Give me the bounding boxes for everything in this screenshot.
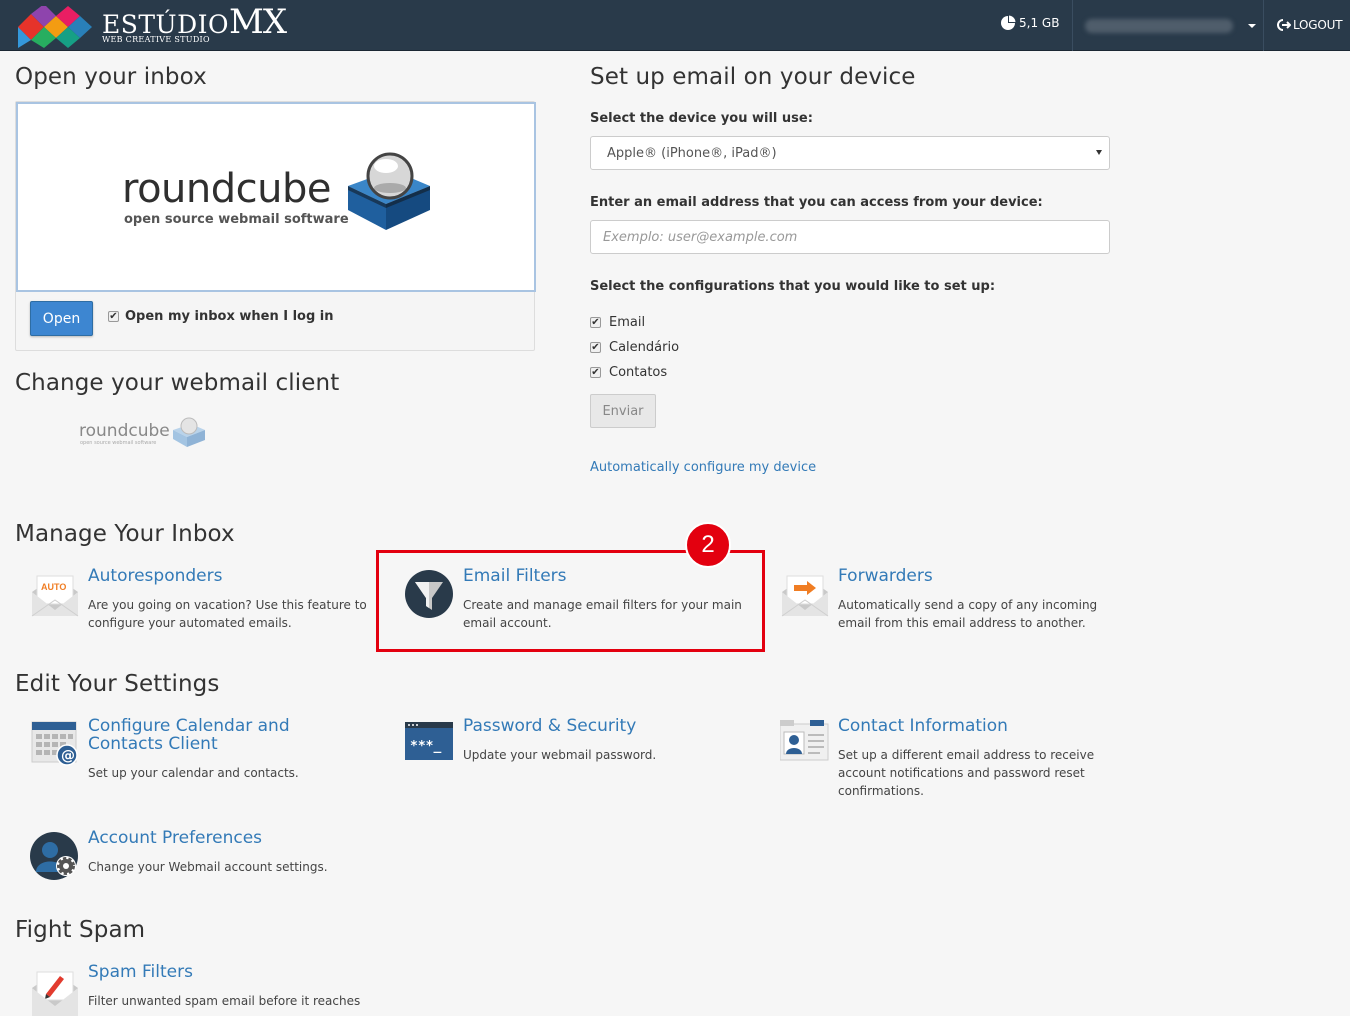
manage-inbox-title: Manage Your Inbox bbox=[15, 521, 235, 547]
account-preferences-link[interactable]: Account Preferences bbox=[88, 829, 262, 847]
settings-title: Edit Your Settings bbox=[15, 671, 220, 697]
contact-information-desc: Set up a different email address to rece… bbox=[838, 748, 1095, 798]
device-email-input[interactable] bbox=[590, 220, 1110, 254]
brand-tagline: WEB CREATIVE STUDIO bbox=[102, 35, 210, 44]
config-contacts-checkbox[interactable]: ✔ bbox=[590, 367, 601, 378]
contact-card-icon bbox=[780, 720, 829, 761]
top-bar: ESTÚDIOMX WEB CREATIVE STUDIO 5,1 GB LOG… bbox=[0, 0, 1350, 51]
account-preferences-desc: Change your Webmail account settings. bbox=[88, 860, 328, 874]
inbox-title: Open your inbox bbox=[15, 64, 207, 90]
svg-text:@: @ bbox=[61, 748, 75, 764]
pie-chart-icon bbox=[1001, 15, 1016, 30]
roundcube-tagline: open source webmail software bbox=[124, 212, 349, 227]
configs-label: Select the configurations that you would… bbox=[590, 279, 996, 294]
user-settings-icon bbox=[30, 832, 78, 880]
roundcube-logo-frame[interactable]: roundcube open source webmail software bbox=[16, 102, 536, 292]
forwarder-envelope-icon bbox=[781, 575, 829, 617]
autoresponders-link[interactable]: Autoresponders bbox=[88, 567, 222, 585]
submit-button[interactable]: Enviar bbox=[590, 394, 656, 428]
user-menu[interactable] bbox=[1072, 0, 1264, 51]
webmail-client-title: Change your webmail client bbox=[15, 370, 340, 396]
forwarders-link[interactable]: Forwarders bbox=[838, 567, 933, 585]
logout-button[interactable]: LOGOUT bbox=[1277, 18, 1343, 32]
device-select-label: Select the device you will use: bbox=[590, 111, 813, 126]
contact-information-item: Contact Information Set up a different e… bbox=[780, 717, 1120, 800]
auto-open-checkbox-row[interactable]: ✔ Open my inbox when I log in bbox=[108, 309, 334, 324]
config-calendar-row[interactable]: ✔ Calendário bbox=[590, 340, 679, 355]
svg-text:AUTO: AUTO bbox=[41, 582, 66, 592]
calendar-contacts-item: @ Configure Calendar and Contacts Client… bbox=[30, 717, 370, 790]
calendar-contacts-link[interactable]: Configure Calendar and Contacts Client bbox=[88, 717, 338, 753]
autoresponder-envelope-icon: AUTO bbox=[31, 575, 79, 617]
roundcube-panel: roundcube open source webmail software O… bbox=[15, 101, 536, 351]
config-email-row[interactable]: ✔ Email bbox=[590, 315, 645, 330]
forwarders-item: Forwarders Automatically send a copy of … bbox=[780, 567, 1120, 640]
config-calendar-checkbox[interactable]: ✔ bbox=[590, 342, 601, 353]
password-icon: ***_ bbox=[405, 722, 453, 760]
spam-filters-item: Spam Filters Filter unwanted spam email … bbox=[30, 963, 370, 1016]
disk-usage[interactable]: 5,1 GB bbox=[1000, 15, 1059, 31]
svg-text:open source webmail software: open source webmail software bbox=[80, 440, 156, 446]
device-select[interactable]: Apple® (iPhone®, iPad®) bbox=[590, 136, 1110, 170]
spam-filters-desc: Filter unwanted spam email before it rea… bbox=[88, 994, 361, 1008]
password-security-desc: Update your webmail password. bbox=[463, 748, 657, 762]
password-security-link[interactable]: Password & Security bbox=[463, 717, 636, 735]
spam-title: Fight Spam bbox=[15, 917, 146, 943]
spam-envelope-icon bbox=[32, 971, 78, 1016]
brand-logo[interactable]: ESTÚDIOMX WEB CREATIVE STUDIO bbox=[18, 5, 287, 48]
disk-usage-value: 5,1 GB bbox=[1019, 16, 1060, 30]
svg-text:roundcube: roundcube bbox=[79, 421, 170, 441]
auto-open-checkbox[interactable]: ✔ bbox=[108, 311, 119, 322]
spam-filters-link[interactable]: Spam Filters bbox=[88, 963, 193, 981]
email-input-label: Enter an email address that you can acce… bbox=[590, 195, 1043, 210]
logo-diamonds-icon bbox=[18, 6, 92, 48]
auto-configure-link[interactable]: Automatically configure my device bbox=[590, 460, 816, 475]
forwarders-desc: Automatically send a copy of any incomin… bbox=[838, 598, 1098, 630]
password-security-item: ***_ Password & Security Update your web… bbox=[405, 717, 745, 770]
caret-down-icon bbox=[1248, 24, 1256, 28]
open-inbox-button[interactable]: Open bbox=[30, 301, 93, 336]
calendar-icon: @ bbox=[31, 721, 78, 766]
device-setup-title: Set up email on your device bbox=[590, 64, 916, 90]
svg-text:***_: ***_ bbox=[410, 739, 441, 754]
roundcube-small-logo-icon: roundcube open source webmail software bbox=[79, 417, 205, 447]
autoresponders-item: AUTO Autoresponders Are you going on vac… bbox=[30, 567, 370, 640]
autoresponders-desc: Are you going on vacation? Use this feat… bbox=[88, 598, 367, 630]
contact-information-link[interactable]: Contact Information bbox=[838, 717, 1008, 735]
roundcube-cube-icon bbox=[348, 152, 430, 230]
config-contacts-row[interactable]: ✔ Contatos bbox=[590, 365, 667, 380]
roundcube-client-option[interactable]: roundcube open source webmail software bbox=[79, 414, 209, 454]
config-email-checkbox[interactable]: ✔ bbox=[590, 317, 601, 328]
logout-icon bbox=[1277, 19, 1291, 31]
calendar-contacts-desc: Set up your calendar and contacts. bbox=[88, 766, 299, 780]
auto-open-label: Open my inbox when I log in bbox=[125, 309, 334, 324]
user-email-blurred bbox=[1085, 19, 1233, 33]
dropdown-arrow-icon bbox=[1096, 150, 1102, 155]
roundcube-wordmark: roundcube bbox=[122, 166, 331, 212]
account-preferences-item: Account Preferences Change your Webmail … bbox=[30, 829, 370, 882]
device-select-value: Apple® (iPhone®, iPad®) bbox=[607, 146, 777, 161]
step-badge: 2 bbox=[685, 522, 731, 568]
